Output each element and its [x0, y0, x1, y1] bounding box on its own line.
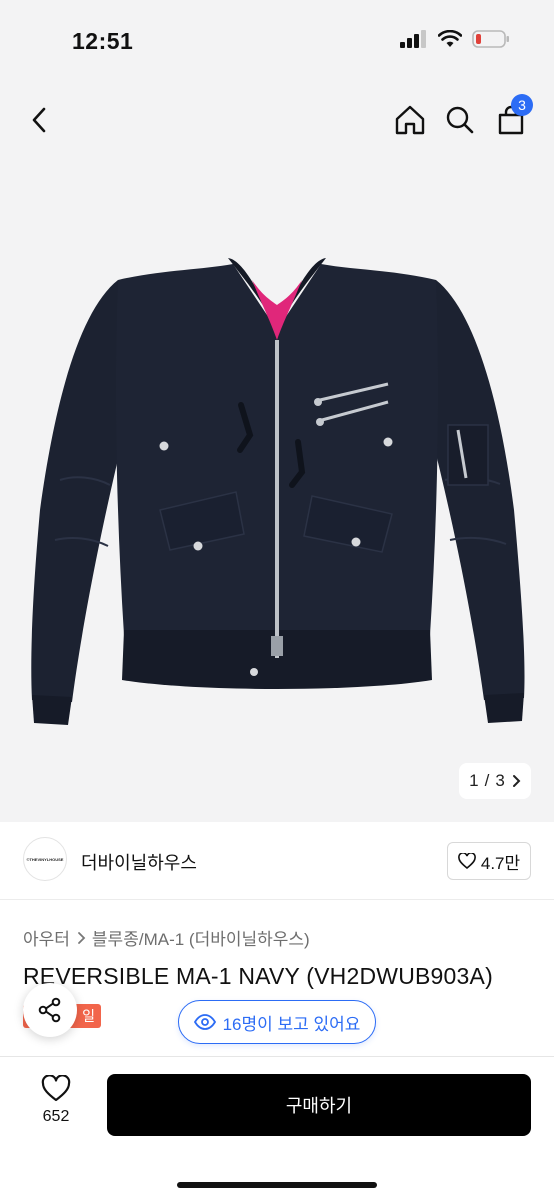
search-icon [446, 106, 474, 134]
breadcrumb: 아우터 블루종/MA-1 (더바이닐하우스) [23, 925, 310, 950]
chevron-left-icon [32, 107, 46, 133]
sale-badge-text: 일 [82, 1008, 95, 1024]
chevron-right-icon [512, 775, 521, 787]
brand-like-button[interactable]: 4.7만 [447, 842, 531, 880]
battery-icon [472, 30, 509, 48]
home-icon [395, 105, 425, 135]
share-icon [38, 997, 61, 1023]
buy-button[interactable]: 구매하기 [107, 1074, 531, 1136]
chevron-right-icon [78, 931, 86, 944]
top-nav: 3 [0, 94, 554, 144]
image-separator: / [484, 771, 490, 790]
brand-logo-text: ©THEVINYLHOUSE [26, 856, 64, 862]
image-total: 3 [495, 771, 505, 790]
image-current: 1 [469, 771, 479, 790]
product-title: REVERSIBLE MA-1 NAVY (VH2DWUB903A) [23, 963, 493, 989]
wishlist-button[interactable]: 652 [24, 1075, 88, 1135]
status-icons [400, 30, 510, 48]
heart-icon [41, 1075, 71, 1102]
status-time: 12:51 [72, 28, 134, 54]
signal-icon [400, 30, 426, 48]
brand-logo[interactable]: ©THEVINYLHOUSE [23, 837, 67, 881]
share-button[interactable] [23, 983, 77, 1037]
back-button[interactable] [18, 96, 62, 144]
home-button[interactable] [388, 96, 432, 144]
wishlist-count: 652 [42, 1108, 70, 1125]
status-bar: 12:51 [0, 0, 554, 80]
brand-like-count: 4.7만 [480, 853, 521, 873]
brand-row: ©THEVINYLHOUSE 더바이닐하우스 4.7만 [0, 822, 554, 900]
brand-name[interactable]: 더바이닐하우스 [81, 849, 197, 875]
breadcrumb-item[interactable]: 블루종/MA-1 (더바이닐하우스) [92, 925, 310, 950]
image-counter[interactable]: 1 / 3 [459, 763, 531, 799]
home-indicator [177, 1182, 377, 1188]
viewers-indicator: 16명이 보고 있어요 [178, 1000, 376, 1044]
search-button[interactable] [438, 96, 482, 144]
heart-icon [457, 853, 476, 869]
cart-count-badge: 3 [511, 94, 533, 116]
bottom-action-bar: 652 구매하기 [0, 1056, 554, 1200]
product-image[interactable] [0, 180, 554, 780]
wifi-icon [438, 30, 462, 47]
breadcrumb-item[interactable]: 아우터 [23, 925, 70, 950]
eye-icon [193, 1014, 216, 1030]
viewers-text: 16명이 보고 있어요 [222, 1014, 361, 1034]
cart-button[interactable]: 3 [489, 94, 533, 144]
